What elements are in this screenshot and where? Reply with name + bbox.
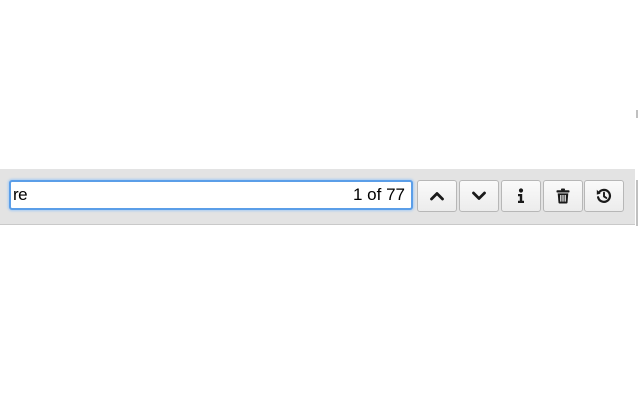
next-match-button[interactable] (459, 180, 499, 212)
info-icon (518, 188, 524, 203)
previous-match-button[interactable] (417, 180, 457, 212)
chevron-down-icon (472, 191, 486, 200)
find-bar: 1 of 77 (0, 169, 635, 225)
reset-button[interactable] (584, 180, 624, 212)
history-icon (596, 188, 612, 203)
match-count: 1 of 77 (353, 185, 405, 204)
trash-icon (556, 188, 570, 204)
window-edge-marker-bottom (636, 180, 638, 226)
search-input[interactable] (13, 182, 333, 208)
search-field[interactable]: 1 of 77 (9, 180, 413, 210)
window-edge-marker-top (636, 110, 638, 118)
info-button[interactable] (501, 180, 541, 212)
delete-button[interactable] (543, 180, 583, 212)
page: 1 of 77 (0, 0, 640, 400)
chevron-up-icon (430, 192, 444, 201)
